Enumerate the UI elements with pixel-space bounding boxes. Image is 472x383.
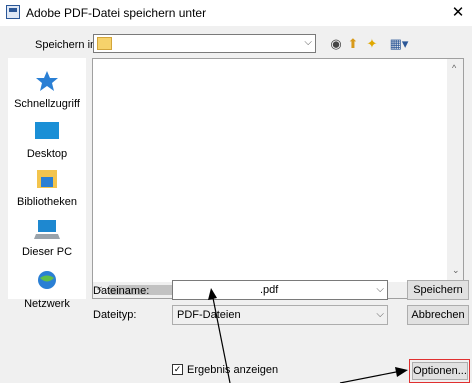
arrowhead-filename [208,288,217,300]
arrowhead-options [395,367,408,377]
arrow-to-options [339,371,397,383]
arrow-to-filename [212,297,231,383]
annotation-arrows [208,288,408,383]
